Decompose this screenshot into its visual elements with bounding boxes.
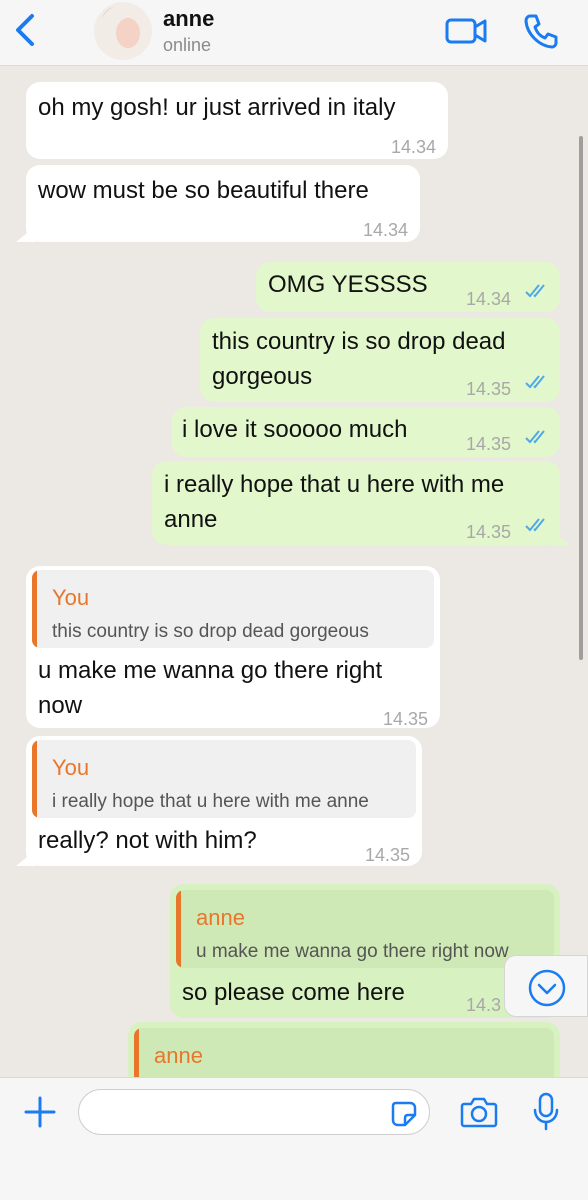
- message-bubble[interactable]: anne u make me wanna go there right now …: [170, 884, 560, 1018]
- chat-header: anne online: [0, 0, 588, 66]
- message-bubble[interactable]: You this country is so drop dead gorgeou…: [26, 566, 440, 729]
- quote-author: You: [52, 585, 90, 610]
- contact-status: online: [163, 35, 212, 55]
- message-bubble[interactable]: OMG YESSSS 14.34: [256, 262, 560, 312]
- quote-text: this country is so drop dead gorgeous: [52, 621, 369, 642]
- phone-icon[interactable]: [522, 12, 560, 50]
- quoted-message[interactable]: anne: [134, 1028, 554, 1077]
- message-bubble[interactable]: anne: [128, 1022, 560, 1077]
- message-time: 14.35: [364, 845, 410, 865]
- message-text: really? not with him?: [38, 827, 257, 854]
- message-text: so please come here: [182, 979, 405, 1006]
- read-tick-icon: [525, 518, 545, 532]
- quote-text: u make me wanna go there right now: [196, 941, 509, 962]
- message-bubble[interactable]: oh my gosh! ur just arrived in italy 14.…: [26, 82, 448, 159]
- message-composer: [0, 1077, 588, 1200]
- message-text: i love it sooooo much: [182, 416, 408, 443]
- read-tick-icon: [525, 284, 545, 298]
- microphone-icon[interactable]: [532, 1092, 560, 1132]
- message-text-line: gorgeous: [212, 363, 313, 390]
- message-text: oh my gosh! ur just arrived in italy: [38, 94, 396, 121]
- message-list[interactable]: oh my gosh! ur just arrived in italy 14.…: [0, 66, 588, 1077]
- message-bubble[interactable]: You i really hope that u here with me an…: [26, 736, 422, 866]
- scroll-to-bottom-button[interactable]: [504, 955, 588, 1017]
- quote-text: i really hope that u here with me anne: [52, 791, 369, 812]
- avatar[interactable]: [94, 2, 152, 60]
- message-text-line: i really hope that u here with me: [164, 471, 505, 498]
- plus-icon[interactable]: [22, 1094, 58, 1130]
- scrollbar[interactable]: [579, 136, 583, 660]
- message-time: 14.35: [466, 379, 512, 399]
- quote-bar: [134, 1028, 139, 1077]
- message-text: wow must be so beautiful there: [38, 177, 369, 204]
- sticker-icon[interactable]: [390, 1100, 418, 1128]
- message-input[interactable]: [78, 1089, 430, 1135]
- message-time: 14.34: [390, 137, 436, 157]
- quote-author: You: [52, 755, 90, 780]
- message-bubble[interactable]: i really hope that u here with me anne 1…: [152, 461, 560, 545]
- message-text-line: u make me wanna go there right: [38, 657, 383, 684]
- quote-bar: [176, 890, 181, 968]
- quote-bar: [32, 740, 37, 818]
- message-time: 14.34: [466, 289, 512, 309]
- quote-author: anne: [196, 905, 245, 930]
- message-bubble[interactable]: i love it sooooo much 14.35: [172, 407, 560, 457]
- quoted-message[interactable]: You i really hope that u here with me an…: [32, 740, 416, 818]
- message-bubble[interactable]: wow must be so beautiful there 14.34: [26, 165, 420, 242]
- message-time: 14.34: [362, 220, 408, 240]
- message-time: 14.35: [382, 709, 428, 729]
- chevron-left-icon[interactable]: [8, 10, 44, 50]
- quote-bar: [32, 570, 37, 648]
- message-bubble[interactable]: this country is so drop dead gorgeous 14…: [200, 318, 560, 402]
- camera-icon[interactable]: [460, 1094, 498, 1130]
- chevron-down-circle-icon: [528, 969, 566, 1007]
- quote-author: anne: [154, 1043, 203, 1068]
- message-time: 14.35: [466, 522, 512, 542]
- message-time: 14.3: [466, 995, 502, 1015]
- message-text: OMG YESSSS: [268, 271, 428, 298]
- quoted-message[interactable]: You this country is so drop dead gorgeou…: [32, 570, 434, 648]
- read-tick-icon: [525, 430, 545, 444]
- message-time: 14.35: [466, 434, 512, 454]
- message-text-line: anne: [164, 506, 218, 533]
- contact-name[interactable]: anne: [163, 6, 214, 32]
- message-text-line: now: [38, 692, 83, 719]
- read-tick-icon: [525, 375, 545, 389]
- video-camera-icon[interactable]: [444, 14, 488, 48]
- quoted-message[interactable]: anne u make me wanna go there right now: [176, 890, 554, 968]
- message-text-line: this country is so drop dead: [212, 328, 506, 355]
